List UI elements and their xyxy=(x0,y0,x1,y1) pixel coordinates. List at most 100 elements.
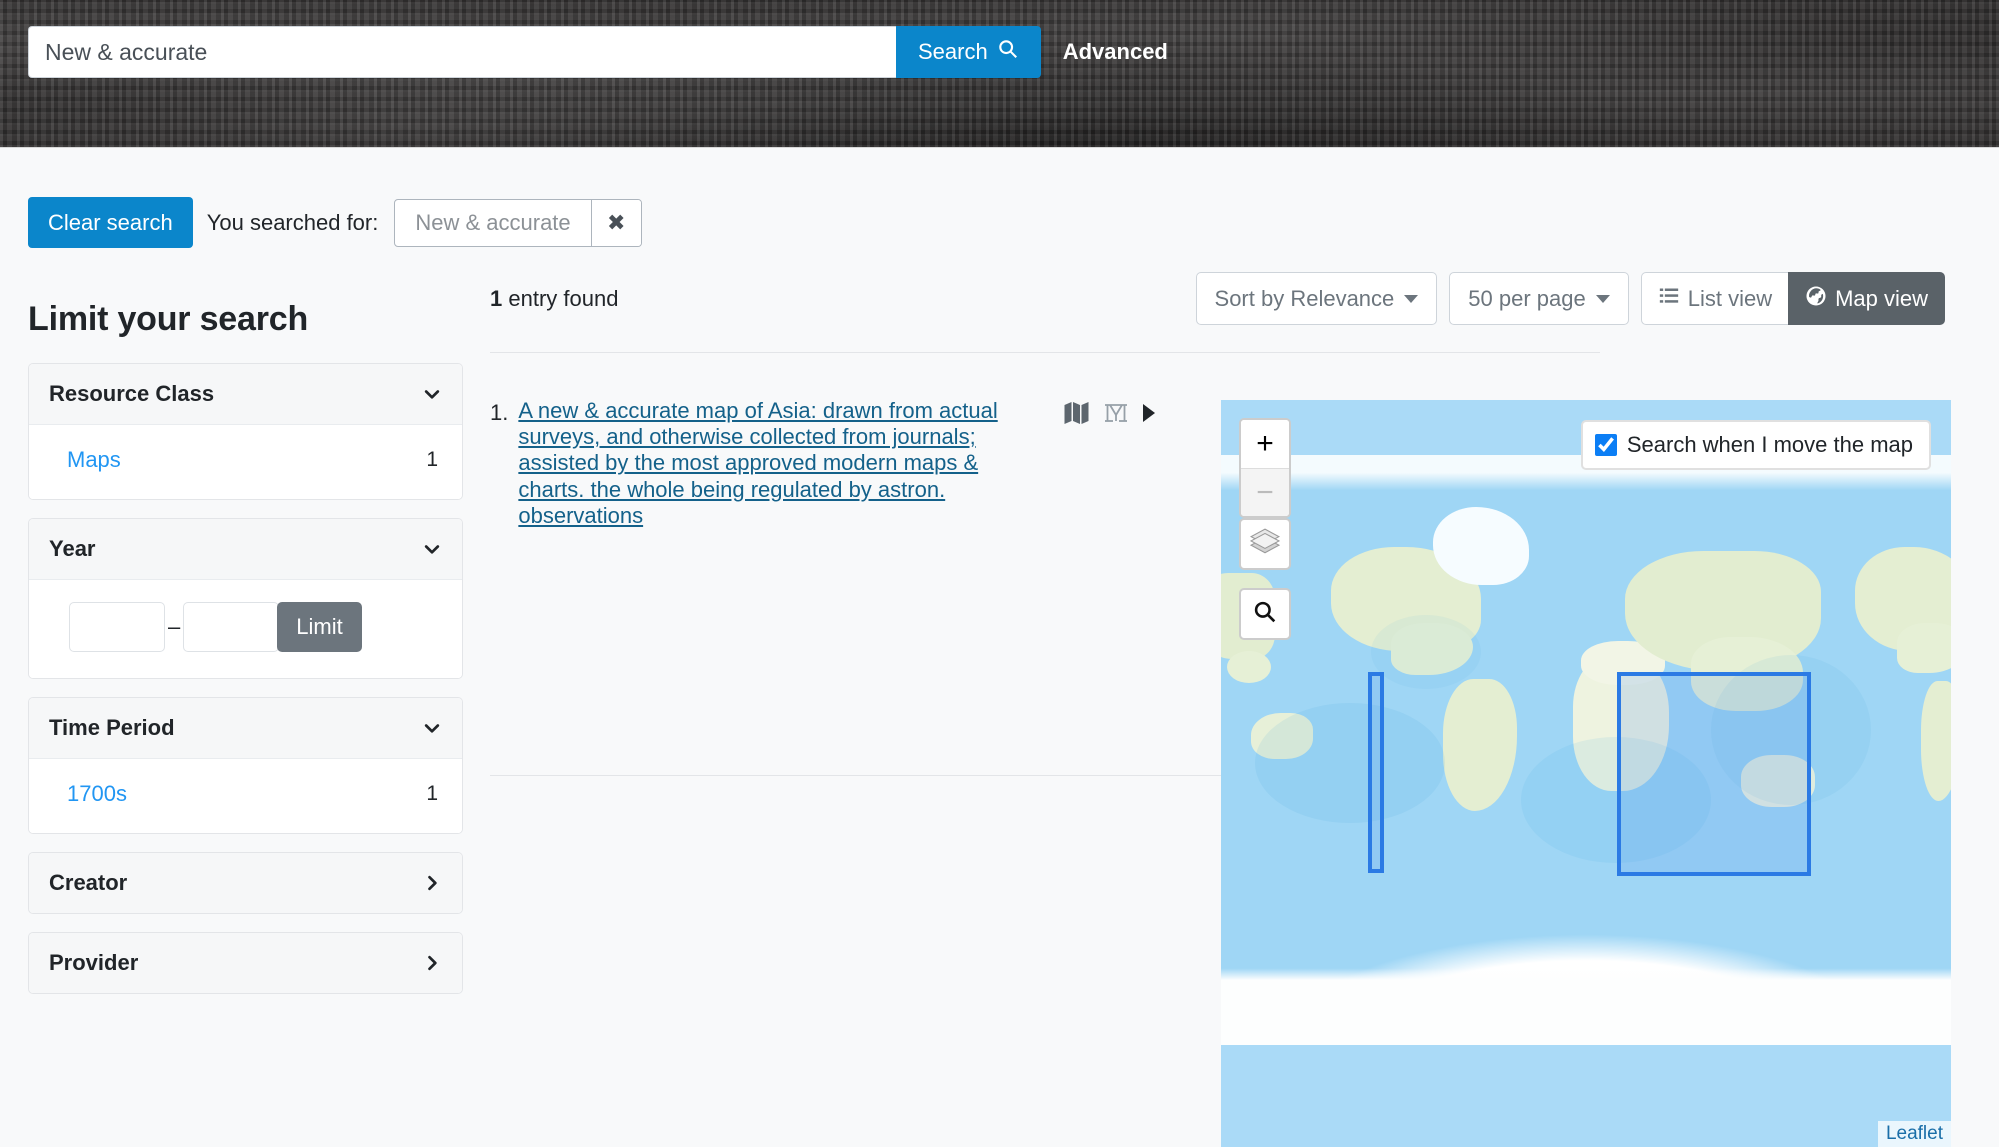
landmass xyxy=(1227,651,1271,683)
facet-item: Maps 1 xyxy=(49,447,442,473)
facet-time-period-header[interactable]: Time Period xyxy=(29,698,462,759)
chevron-down-icon xyxy=(422,718,442,738)
facet-resource-class: Resource Class Maps 1 xyxy=(28,363,463,500)
search-button-label: Search xyxy=(918,39,988,65)
facet-creator-label: Creator xyxy=(49,870,127,896)
landmass xyxy=(1921,681,1951,801)
facet-creator-header[interactable]: Creator xyxy=(29,853,462,913)
year-to-input[interactable] xyxy=(183,602,279,652)
close-icon: ✖ xyxy=(607,210,625,236)
facet-provider-header[interactable]: Provider xyxy=(29,933,462,993)
chevron-down-icon xyxy=(1596,295,1610,303)
facet-year-body: – Limit xyxy=(29,580,462,678)
plus-icon: + xyxy=(1256,427,1274,461)
map-tile-layer[interactable] xyxy=(1221,455,1951,1045)
search-input[interactable] xyxy=(28,26,896,78)
facet-sidebar: Limit your search Resource Class Maps 1 … xyxy=(28,300,463,1012)
greenland-ice xyxy=(1433,507,1529,585)
map-view-label: Map view xyxy=(1835,286,1928,312)
narrow-bbox[interactable] xyxy=(1368,672,1384,873)
search-button[interactable]: Search xyxy=(896,26,1041,78)
list-view-label: List view xyxy=(1688,286,1772,312)
constraint-value: New & accurate xyxy=(395,200,590,246)
map-search-button[interactable] xyxy=(1239,588,1291,640)
year-range-row: – Limit xyxy=(49,602,442,652)
facet-resource-class-body: Maps 1 xyxy=(29,425,462,499)
search-bar: Search Advanced xyxy=(28,26,1168,78)
facet-time-period-body: 1700s 1 xyxy=(29,759,462,833)
map-flat-icon[interactable] xyxy=(1064,402,1089,424)
facet-provider-label: Provider xyxy=(49,950,138,976)
search-on-move-checkbox[interactable] xyxy=(1595,434,1617,456)
list-item: 1. A new & accurate map of Asia: drawn f… xyxy=(490,398,1155,529)
year-range-separator: – xyxy=(168,614,180,640)
facet-item: 1700s 1 xyxy=(49,781,442,807)
search-context-row: Clear search You searched for: New & acc… xyxy=(28,197,642,248)
sort-by-dropdown[interactable]: Sort by Relevance xyxy=(1196,272,1438,325)
facet-count: 1 xyxy=(426,782,438,806)
you-searched-for-label: You searched for: xyxy=(207,210,379,236)
chevron-down-icon xyxy=(1404,295,1418,303)
results-top-divider xyxy=(490,352,1600,353)
chevron-down-icon xyxy=(422,384,442,404)
entry-count-suffix: entry found xyxy=(502,286,618,311)
result-index: 1. xyxy=(490,398,508,426)
applied-constraint: New & accurate ✖ xyxy=(394,199,641,247)
facet-time-period-label: Time Period xyxy=(49,715,175,741)
facet-year-header[interactable]: Year xyxy=(29,519,462,580)
expand-triangle-icon[interactable] xyxy=(1143,404,1155,422)
magnifier-icon xyxy=(997,38,1019,66)
facet-resource-class-header[interactable]: Resource Class xyxy=(29,364,462,425)
zoom-out-button[interactable]: − xyxy=(1241,468,1289,516)
landmass xyxy=(1897,623,1951,673)
advanced-search-link[interactable]: Advanced xyxy=(1063,39,1168,65)
leaflet-link[interactable]: Leaflet xyxy=(1886,1123,1943,1144)
chevron-right-icon xyxy=(422,873,442,893)
per-page-dropdown[interactable]: 50 per page xyxy=(1449,272,1628,325)
search-on-move-label: Search when I move the map xyxy=(1627,432,1913,458)
layers-control-button[interactable] xyxy=(1239,518,1291,570)
asia-bbox[interactable] xyxy=(1617,672,1811,876)
magnifier-icon xyxy=(1252,599,1278,630)
layers-icon xyxy=(1250,528,1280,561)
map-panel[interactable]: + − Search when I move the map L xyxy=(1221,400,1951,1147)
site-masthead: Search Advanced xyxy=(0,0,1999,148)
globe-icon xyxy=(1805,285,1827,313)
result-title-link[interactable]: A new & accurate map of Asia: drawn from… xyxy=(518,398,1046,529)
facet-time-period: Time Period 1700s 1 xyxy=(28,697,463,834)
per-page-label: 50 per page xyxy=(1468,286,1585,312)
ocean-depth-shade xyxy=(1371,615,1481,689)
leaflet-attribution: Leaflet xyxy=(1878,1121,1951,1147)
facet-year: Year – Limit xyxy=(28,518,463,679)
entry-count-number: 1 xyxy=(490,286,502,311)
sort-by-label: Sort by Relevance xyxy=(1215,286,1395,312)
entry-count: 1 entry found xyxy=(490,286,618,312)
zoom-control: + − xyxy=(1239,418,1291,518)
clear-search-button[interactable]: Clear search xyxy=(28,197,193,248)
year-from-input[interactable] xyxy=(69,602,165,652)
search-on-move-control[interactable]: Search when I move the map xyxy=(1581,420,1931,470)
facet-count: 1 xyxy=(426,448,438,472)
chevron-right-icon xyxy=(422,953,442,973)
results-toolbar: Sort by Relevance 50 per page List view xyxy=(1196,272,1945,325)
umn-logo-icon[interactable] xyxy=(1103,402,1129,424)
result-icon-group xyxy=(1064,398,1155,424)
facet-provider: Provider xyxy=(28,932,463,994)
facet-value-maps[interactable]: Maps xyxy=(67,447,121,473)
facet-value-1700s[interactable]: 1700s xyxy=(67,781,127,807)
view-toggle-group: List view Map view xyxy=(1641,272,1945,325)
remove-constraint-button[interactable]: ✖ xyxy=(591,200,641,246)
landmass xyxy=(1443,679,1517,811)
results-header: 1 entry found Sort by Relevance 50 per p… xyxy=(490,272,1945,325)
list-view-button[interactable]: List view xyxy=(1641,272,1788,325)
facet-creator: Creator xyxy=(28,852,463,914)
result-list: 1. A new & accurate map of Asia: drawn f… xyxy=(490,398,1155,529)
list-icon xyxy=(1658,286,1680,312)
ocean-depth-shade xyxy=(1255,703,1445,823)
zoom-in-button[interactable]: + xyxy=(1241,420,1289,468)
minus-icon: − xyxy=(1256,476,1274,510)
year-limit-button[interactable]: Limit xyxy=(277,602,361,652)
facet-resource-class-label: Resource Class xyxy=(49,381,214,407)
facet-year-label: Year xyxy=(49,536,96,562)
map-view-button[interactable]: Map view xyxy=(1788,272,1945,325)
